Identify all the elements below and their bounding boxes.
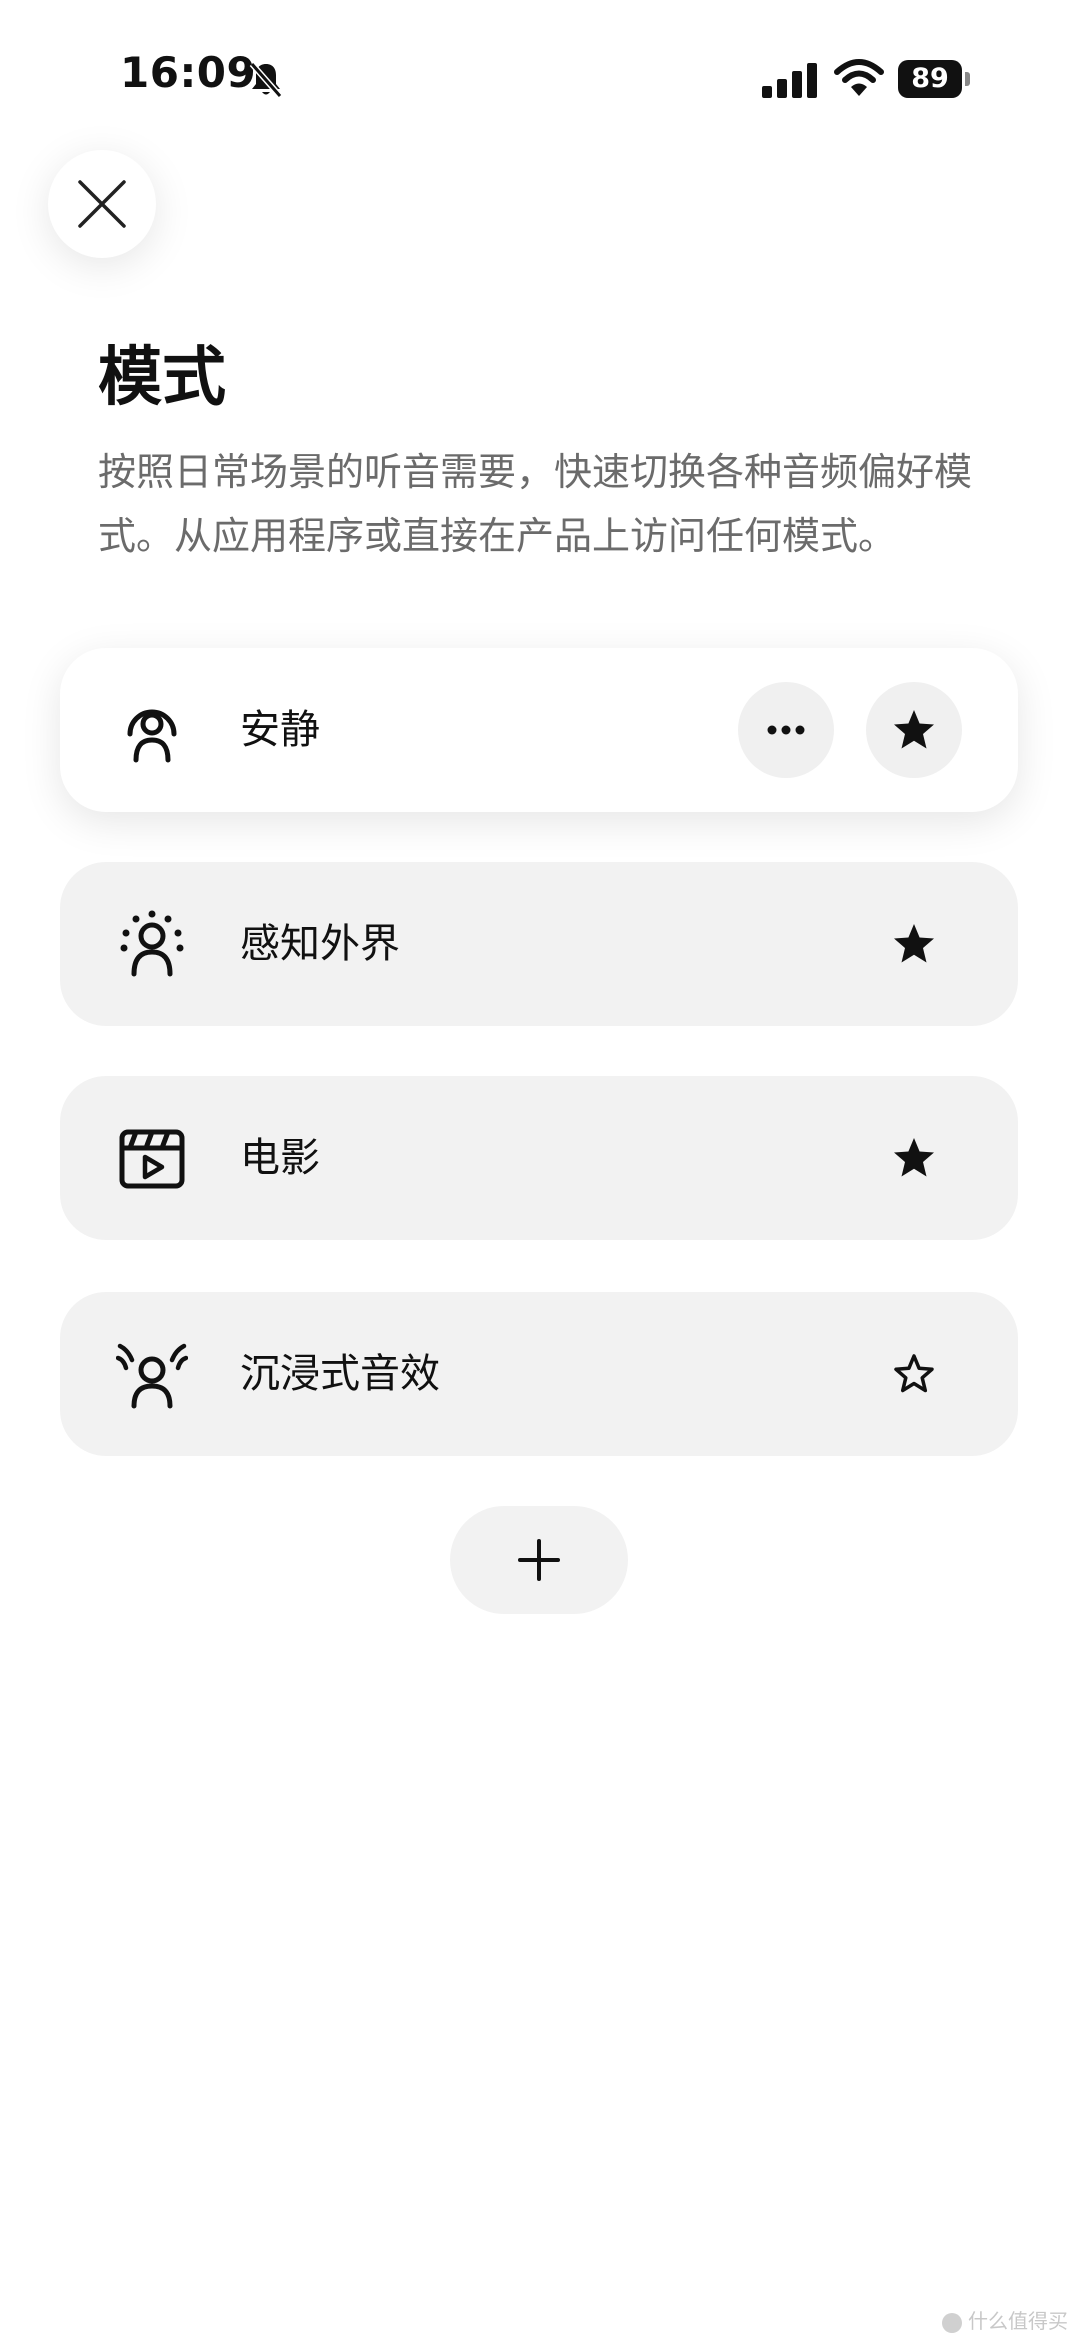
favorite-button[interactable] [866,1110,962,1206]
bell-slash-icon [249,62,283,98]
mode-card-quiet[interactable]: 安静 [60,648,1018,812]
page-description: 按照日常场景的听音需要，快速切换各种音频偏好模式。从应用程序或直接在产品上访问任… [98,450,973,558]
mode-card-movie[interactable]: 电影 [60,1076,1018,1240]
close-icon [78,180,126,228]
plus-icon [518,1539,560,1581]
mode-label: 沉浸式音效 [240,1351,440,1397]
more-options-button[interactable] [738,682,834,778]
watermark-text: 什么值得买 [968,2309,1068,2333]
status-bar: 16:09 89 [0,0,1080,150]
mode-card-aware[interactable]: 感知外界 [60,862,1018,1026]
mode-label: 感知外界 [240,921,400,967]
star-outline-icon [894,1354,934,1393]
aware-mode-icon [120,910,184,977]
wifi-icon [834,59,884,96]
close-button[interactable] [48,150,156,258]
battery-level: 89 [898,60,962,98]
favorite-button[interactable] [866,682,962,778]
star-filled-icon [894,1138,934,1177]
page-title: 模式 [98,341,226,415]
movie-mode-icon [119,1129,185,1189]
mode-label: 安静 [240,707,320,753]
battery-icon: 89 [898,60,970,98]
more-icon [767,725,805,735]
watermark-logo-icon [942,2312,962,2333]
battery-tip [965,72,970,86]
cellular-signal-icon [762,63,817,98]
star-filled-icon [894,710,934,749]
favorite-button[interactable] [866,896,962,992]
mode-card-immersive[interactable]: 沉浸式音效 [60,1292,1018,1456]
star-filled-icon [894,924,934,963]
quiet-mode-icon [127,709,177,763]
mode-label: 电影 [240,1135,320,1181]
add-mode-button[interactable] [450,1506,628,1614]
watermark: 什么值得买 [942,2305,1068,2334]
status-time: 16:09 [120,48,257,97]
immersive-mode-icon [116,1343,188,1409]
favorite-button[interactable] [866,1326,962,1422]
